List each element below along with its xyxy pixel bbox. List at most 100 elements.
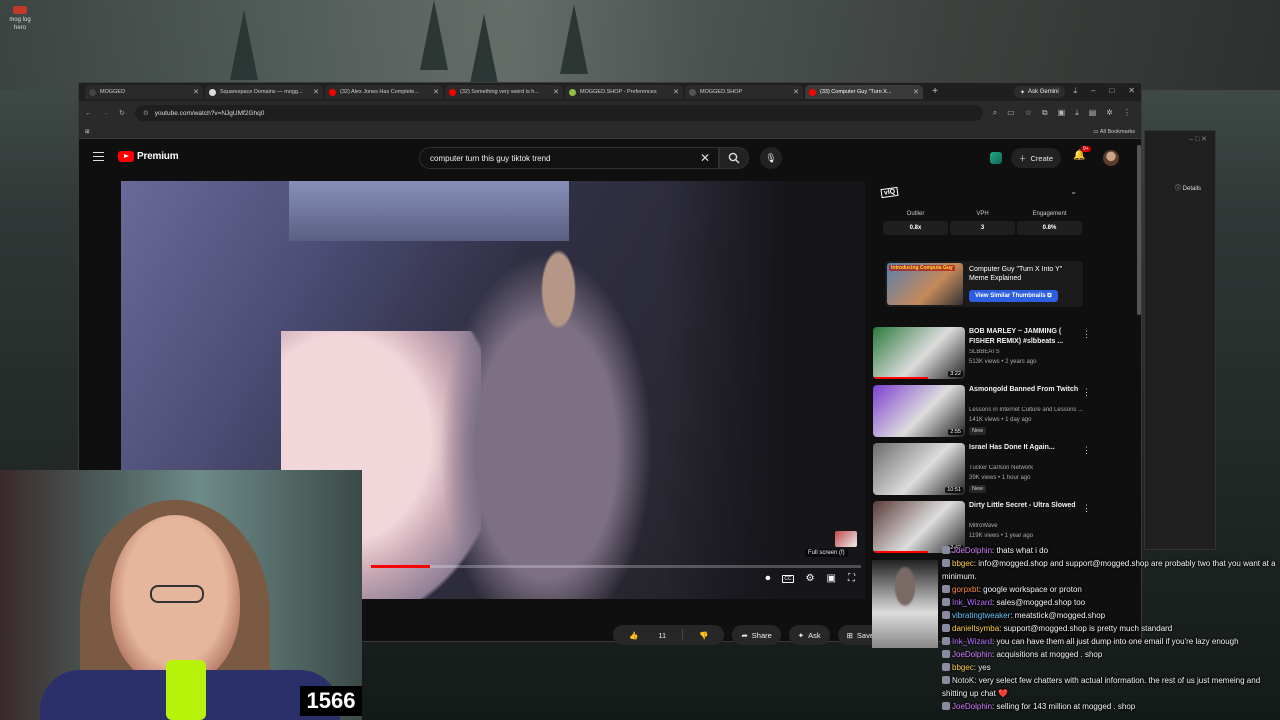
extensions-icon[interactable]: ⧉ [1042, 108, 1048, 118]
video-menu-icon[interactable]: ⋮ [1082, 445, 1091, 456]
vidiq-video-card[interactable]: Introducing Computa Guy Computer Guy "Tu… [885, 261, 1083, 307]
channel-name[interactable]: Lessons in Internet Culture and Lessons … [969, 407, 1089, 413]
video-menu-icon[interactable]: ⋮ [1082, 329, 1091, 340]
close-tab-icon[interactable]: ✕ [913, 88, 919, 96]
maximize-button[interactable]: □ [1109, 86, 1114, 96]
close-window-button[interactable]: ✕ [1128, 86, 1135, 96]
tab-search-icon[interactable]: ▤ [1089, 108, 1097, 118]
chat-text: you can have them all just dump into one… [996, 637, 1239, 646]
desktop-wallpaper [0, 0, 1280, 90]
video-menu-icon[interactable]: ⋮ [1082, 503, 1091, 514]
video-title: BOB MARLEY ~ JAMMING ( FISHER REMIX) #sl… [969, 328, 1064, 345]
video-thumbnail: 10:51 [873, 443, 965, 495]
chat-username[interactable]: vibratingtweaker [952, 611, 1010, 620]
forward-button[interactable]: → [102, 110, 109, 117]
url-field[interactable]: ⚙ youtube.com/watch?v=NJgUMf2Ghq0 [134, 105, 983, 121]
hamburger-menu-icon[interactable] [93, 152, 104, 161]
ask-gemini-button[interactable]: ✦ Ask Gemini [1014, 86, 1065, 98]
back-button[interactable]: ← [85, 110, 92, 117]
youtube-logo[interactable]: Premium [118, 151, 179, 162]
video-duration: 10:51 [945, 487, 963, 493]
chat-username[interactable]: JoeDolphin [952, 546, 992, 555]
downloads-icon[interactable]: ⤓ [1075, 108, 1079, 118]
sidebar-icon[interactable]: ▣ [1058, 108, 1066, 118]
chat-username[interactable]: JoeDolphin [952, 702, 992, 711]
view-similar-thumbnails-button[interactable]: View Similar Thumbnails ⧉ [969, 290, 1058, 302]
site-info-icon[interactable]: ⚙ [143, 109, 149, 117]
close-tab-icon[interactable]: ✕ [433, 88, 439, 96]
chat-message: NotoK: very select few chatters with act… [940, 674, 1280, 700]
clear-search-icon[interactable]: ✕ [700, 151, 710, 165]
recommended-video[interactable]: 10:51 Israel Has Done It Again... Tucker C… [873, 441, 1099, 499]
recommended-video[interactable]: 3:22 BOB MARLEY ~ JAMMING ( FISHER REMIX)… [873, 325, 1099, 383]
chat-username[interactable]: NotoK [952, 676, 974, 685]
zoom-icon[interactable]: ⌕ [993, 108, 997, 118]
miniplayer-icon[interactable]: ▣ [827, 573, 836, 584]
chat-badge-icon [942, 702, 950, 710]
search-button[interactable] [719, 147, 749, 169]
video-menu-icon[interactable]: ⋮ [1082, 387, 1091, 398]
chat-username[interactable]: Ink_Wizard [952, 598, 992, 607]
chat-username[interactable]: bbgec [952, 663, 974, 672]
like-button[interactable]: 👍 11 [613, 625, 682, 645]
recommended-video[interactable]: 2:55 Asmongold Banned From Twitch Lessons … [873, 383, 1099, 441]
browser-tab[interactable]: (33) Computer Guy "Turn X... ✕ [805, 85, 923, 99]
video-frame-detail [421, 221, 671, 599]
page-scrollbar[interactable] [1137, 145, 1141, 315]
voice-search-button[interactable]: 🎙 [760, 147, 782, 169]
webcam-detail [150, 585, 204, 603]
create-button[interactable]: ＋ Create [1011, 148, 1062, 168]
settings-gear-icon[interactable]: ⚙ [806, 573, 815, 584]
chevron-down-icon[interactable]: ⌄ [1070, 187, 1077, 196]
channel-watermark[interactable] [835, 531, 857, 547]
close-tab-icon[interactable]: ✕ [553, 88, 559, 96]
browser-tab[interactable]: (32) Something very weird is h... ✕ [445, 85, 563, 99]
channel-name[interactable]: MitroWave [969, 523, 1089, 529]
background-window[interactable]: – □ ✕ ⓘ Details [1144, 130, 1216, 550]
close-tab-icon[interactable]: ✕ [193, 88, 199, 96]
metric-label: Outlier [906, 211, 925, 217]
chat-username[interactable]: danieltsymba [952, 624, 999, 633]
channel-name[interactable]: SLBBEATS [969, 349, 1089, 355]
dislike-button[interactable]: 👎 [683, 625, 724, 645]
search-input[interactable]: computer turn this guy tiktok trend ✕ [419, 147, 719, 169]
wallpaper-tree [470, 14, 498, 84]
minimize-button[interactable]: – [1091, 86, 1095, 96]
browser-tab[interactable]: Squarespace Domains — mogg... ✕ [205, 85, 323, 99]
share-button[interactable]: ➦ Share [732, 625, 781, 645]
channel-name[interactable]: Tucker Carlson Network [969, 465, 1089, 471]
chat-username[interactable]: bbgec [952, 559, 974, 568]
autoplay-toggle[interactable]: ⏺ [765, 573, 770, 584]
all-bookmarks[interactable]: ▭ All Bookmarks [1093, 129, 1135, 135]
account-avatar[interactable] [1103, 150, 1119, 166]
browser-tab[interactable]: MOGGED.SHOP ✕ [685, 85, 803, 99]
ask-button[interactable]: ✦ Ask [788, 625, 830, 645]
chat-username[interactable]: Ink_Wizard [952, 637, 992, 646]
close-tab-icon[interactable]: ✕ [313, 88, 319, 96]
cast-icon[interactable]: ▭ [1007, 108, 1015, 118]
close-tab-icon[interactable]: ✕ [673, 88, 679, 96]
progress-bar[interactable] [371, 565, 861, 568]
tab-label: (32) Something very weird is h... [460, 89, 539, 95]
desktop-shortcut[interactable]: mog log hero [6, 6, 34, 32]
fullscreen-icon[interactable]: ⛶ [848, 573, 855, 584]
menu-icon[interactable]: ⋮ [1123, 108, 1131, 118]
browser-tab[interactable]: (32) Alex Jones Has Complete... ✕ [325, 85, 443, 99]
captions-icon[interactable]: CC [782, 574, 794, 583]
extension-icon[interactable] [990, 152, 1002, 164]
toolbar-icons: ⌕ ▭ ☆ ⧉ ▣ ⤓ ▤ ✲ ⋮ [993, 108, 1131, 118]
browser-tab[interactable]: MOGGED.SHOP - Preferences ✕ [565, 85, 683, 99]
reload-button[interactable]: ↻ [119, 109, 125, 117]
browser-tab[interactable]: MOGGED ✕ [85, 85, 203, 99]
profile-icon[interactable]: ✲ [1106, 108, 1113, 118]
details-link[interactable]: ⓘ Details [1175, 183, 1201, 192]
video-metadata: 141K views • 1 day ago [969, 417, 1032, 423]
download-icon[interactable]: ⤓ [1073, 86, 1077, 96]
chat-username[interactable]: gorpxbt [952, 585, 979, 594]
chat-username[interactable]: JoeDolphin [952, 650, 992, 659]
apps-icon[interactable]: ⊞ [85, 129, 90, 135]
window-controls[interactable]: – □ ✕ [1145, 131, 1215, 147]
bookmark-star-icon[interactable]: ☆ [1025, 108, 1032, 118]
close-tab-icon[interactable]: ✕ [793, 88, 799, 96]
new-tab-button[interactable]: + [929, 86, 941, 98]
